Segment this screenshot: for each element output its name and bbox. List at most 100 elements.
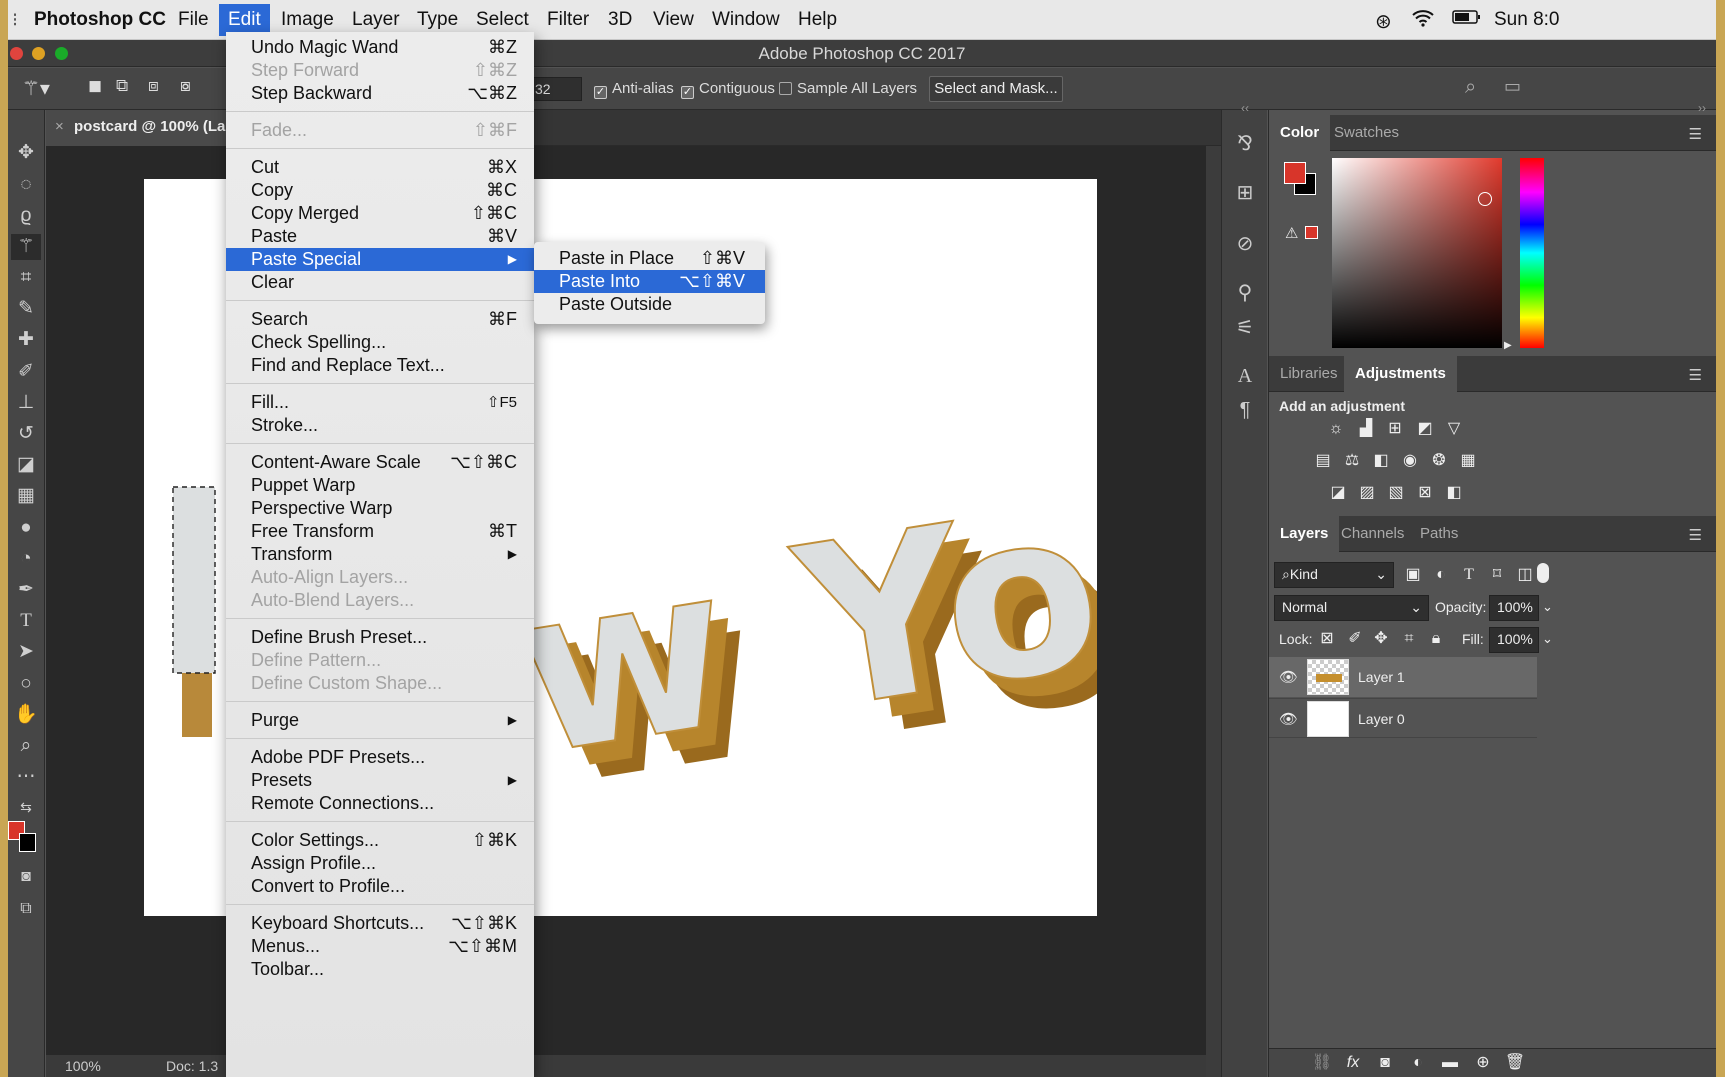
exposure-icon[interactable]: ◩ (1413, 418, 1437, 440)
layer-row[interactable]: 👁︎ Layer 1 (1269, 657, 1537, 697)
curves-icon[interactable]: ⊞ (1383, 418, 1407, 440)
opacity-chevron-icon[interactable]: ⌄ (1542, 599, 1553, 615)
menu-item-puppet-warp[interactable]: Puppet Warp (226, 474, 534, 497)
menu-item-copy-merged[interactable]: Copy Merged ⇧⌘C (226, 202, 534, 225)
gradient-map-icon[interactable]: ◧ (1442, 482, 1466, 504)
hand-tool-icon[interactable]: ✋ (11, 702, 41, 728)
color-picker-marker[interactable] (1478, 192, 1492, 206)
eyedropper-tool-icon[interactable]: ✎ (11, 296, 41, 322)
expand-arrows-icon[interactable]: ›› (1698, 101, 1706, 115)
menu-item-presets[interactable]: Presets ▶ (226, 769, 534, 792)
new-selection-icon[interactable]: ◼ (88, 76, 102, 96)
selective-color-icon[interactable]: ⊠ (1413, 482, 1437, 504)
menu-item-copy[interactable]: Copy ⌘C (226, 179, 534, 202)
menubar-clock[interactable]: Sun 8:0 (1494, 9, 1560, 31)
invert-icon[interactable]: ◪ (1326, 482, 1350, 504)
tab-channels[interactable]: Channels (1330, 516, 1415, 552)
sample-all-layers-checkbox[interactable]: Sample All Layers (779, 80, 917, 97)
hue-saturation-icon[interactable]: ▤ (1311, 450, 1335, 472)
healing-brush-tool-icon[interactable]: ✚ (11, 327, 41, 353)
menu-item-paste-into[interactable]: Paste Into ⌥⇧⌘V (534, 270, 765, 293)
menu-item-step-backward[interactable]: Step Backward ⌥⌘Z (226, 82, 534, 105)
photo-filter-icon[interactable]: ◉ (1398, 450, 1422, 472)
tolerance-input[interactable]: 32 (528, 77, 582, 101)
zoom-window-icon[interactable] (55, 47, 68, 60)
pen-tool-icon[interactable]: ✒ (11, 577, 41, 603)
menu-layer[interactable]: Layer (352, 9, 400, 31)
link-layers-icon[interactable]: ⛓ (1310, 1052, 1334, 1074)
add-mask-icon[interactable]: ◙ (1373, 1052, 1397, 1074)
eraser-tool-icon[interactable]: ◪ (11, 452, 41, 478)
wifi-icon[interactable] (1412, 9, 1434, 32)
visibility-eye-icon[interactable]: 👁︎ (1279, 710, 1298, 728)
swap-colors-icon[interactable]: ⇆ (11, 794, 41, 820)
posterize-icon[interactable]: ▨ (1355, 482, 1379, 504)
color-balance-icon[interactable]: ⚖ (1340, 450, 1364, 472)
brush-settings-icon[interactable]: ⚟ (1232, 315, 1258, 341)
menu-item-toolbar[interactable]: Toolbar... (226, 958, 534, 981)
hue-slider-arrow-icon[interactable]: ▶ (1504, 340, 1512, 351)
tab-libraries[interactable]: Libraries (1269, 356, 1349, 392)
menu-item-purge[interactable]: Purge ▶ (226, 709, 534, 732)
marquee-tool-icon[interactable]: ◌ (11, 172, 41, 198)
search-icon[interactable]: ⌕ (1465, 76, 1476, 99)
gamut-warning-icon[interactable]: ⚠ (1285, 224, 1298, 242)
clone-stamp-tool-icon[interactable]: ⊥ (11, 390, 41, 416)
add-selection-icon[interactable]: ⧉ (116, 76, 128, 96)
menu-item-transform[interactable]: Transform ▶ (226, 543, 534, 566)
more-tools-icon[interactable]: ⋯ (11, 764, 41, 790)
tab-color[interactable]: Color (1269, 115, 1331, 151)
path-selection-tool-icon[interactable]: ➤ (11, 639, 41, 665)
menu-item-paste-special[interactable]: Paste Special ▶ (226, 248, 534, 271)
contiguous-checkbox[interactable]: ✓ Contiguous (681, 80, 775, 99)
menu-item-paste[interactable]: Paste ⌘V (226, 225, 534, 248)
lock-transparent-icon[interactable]: ⊠ (1315, 628, 1339, 650)
doc-info[interactable]: Doc: 1.3 (166, 1058, 218, 1074)
lock-position-icon[interactable]: ✥ (1369, 628, 1393, 650)
menu-help[interactable]: Help (798, 9, 837, 31)
layer-row[interactable]: 👁︎ Layer 0 (1269, 698, 1537, 738)
workspace-icon[interactable]: ▭ (1504, 76, 1521, 97)
magic-wand-tool-icon[interactable]: ⚚ (11, 234, 41, 260)
menu-item-fill[interactable]: Fill... ⇧F5 (226, 391, 534, 414)
menu-item-keyboard-shortcuts[interactable]: Keyboard Shortcuts... ⌥⇧⌘K (226, 912, 534, 935)
app-menu[interactable]: Photoshop CC (34, 9, 166, 31)
minimize-window-icon[interactable] (32, 47, 45, 60)
menu-item-paste-outside[interactable]: Paste Outside (534, 293, 765, 316)
fill-chevron-icon[interactable]: ⌄ (1542, 631, 1553, 647)
move-tool-icon[interactable]: ✥ (11, 140, 41, 166)
color-panel-menu-icon[interactable]: ☰ (1689, 125, 1702, 143)
delete-layer-icon[interactable]: 🗑︎ (1503, 1052, 1527, 1074)
menu-item-content-aware-scale[interactable]: Content-Aware Scale ⌥⇧⌘C (226, 451, 534, 474)
layer-name[interactable]: Layer 0 (1358, 711, 1405, 727)
fill-input[interactable]: 100% (1489, 627, 1539, 653)
threshold-icon[interactable]: ▧ (1384, 482, 1408, 504)
menu-view[interactable]: View (653, 9, 694, 31)
brush-presets-icon[interactable]: ⚲ (1232, 280, 1258, 306)
new-layer-icon[interactable]: ⊕ (1471, 1052, 1495, 1074)
ellipse-tool-icon[interactable]: ○ (11, 671, 41, 697)
background-color-swatch[interactable] (19, 833, 36, 852)
battery-icon[interactable] (1452, 9, 1482, 31)
lock-artboard-icon[interactable]: ⌗ (1397, 628, 1421, 650)
levels-icon[interactable]: ▟ (1354, 418, 1378, 440)
menu-item-find-replace[interactable]: Find and Replace Text... (226, 354, 534, 377)
blend-mode-select[interactable]: Normal ⌄ (1274, 595, 1429, 621)
tab-adjustments[interactable]: Adjustments (1344, 356, 1457, 392)
subtract-selection-icon[interactable]: ⧈ (148, 76, 159, 96)
close-window-icon[interactable] (10, 47, 23, 60)
type-tool-icon[interactable]: T (11, 608, 41, 634)
marching-ants-selection[interactable] (172, 486, 216, 674)
color-spectrum[interactable] (1332, 158, 1502, 348)
menu-type[interactable]: Type (417, 9, 458, 31)
filter-shape-icon[interactable]: ⌑ (1485, 564, 1509, 586)
history-brush-tool-icon[interactable]: ↺ (11, 421, 41, 447)
filter-adjustment-icon[interactable]: ◐ (1429, 564, 1453, 586)
color-lookup-icon[interactable]: ▦ (1456, 450, 1480, 472)
menu-item-remote-connections[interactable]: Remote Connections... (226, 792, 534, 815)
crop-tool-icon[interactable]: ⌗ (11, 265, 41, 291)
adjustments-panel-menu-icon[interactable]: ☰ (1689, 366, 1702, 384)
gradient-tool-icon[interactable]: ▦ (11, 483, 41, 509)
menu-item-undo[interactable]: Undo Magic Wand ⌘Z (226, 36, 534, 59)
menu-item-convert-profile[interactable]: Convert to Profile... (226, 875, 534, 898)
